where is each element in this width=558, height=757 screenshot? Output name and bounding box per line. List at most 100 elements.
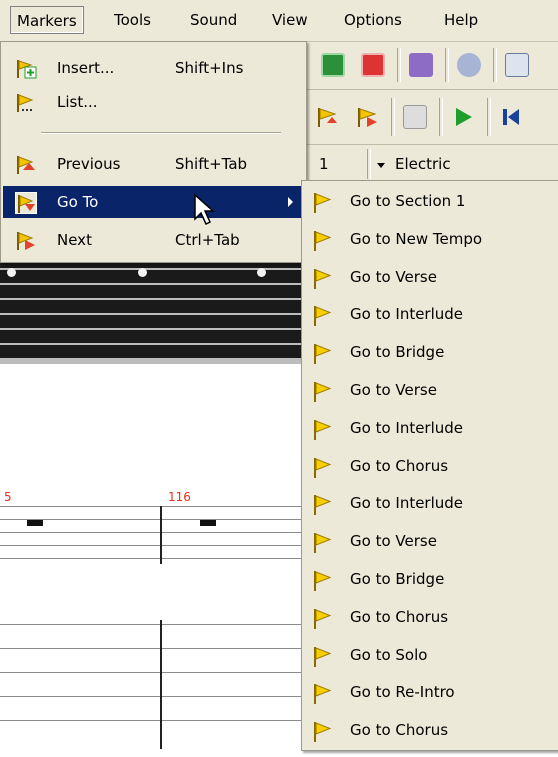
menu-item-goto[interactable]: Go To: [3, 186, 303, 218]
marker-flag-icon: [311, 492, 333, 516]
submenu-item-label: Go to Verse: [350, 267, 437, 286]
markers-menu: Insert... Shift+Ins List... Previous Shi…: [0, 41, 307, 263]
submenu-item-goto[interactable]: Go to Chorus: [302, 598, 557, 636]
marker-flag-icon: [311, 681, 333, 705]
submenu-item-label: Go to Solo: [350, 645, 428, 664]
previous-marker-toolbar-icon[interactable]: [315, 105, 339, 129]
fret-inlay: [257, 268, 266, 277]
menu-item-insert[interactable]: Insert... Shift+Ins: [3, 52, 303, 84]
submenu-item-label: Go to Section 1: [350, 192, 466, 210]
measure-number: 116: [168, 490, 191, 504]
marker-flag-icon: [311, 530, 333, 554]
submenu-item-label: Go to Interlude: [350, 305, 464, 324]
toolbar-separator: [367, 149, 371, 179]
rest-symbol: [200, 520, 216, 526]
submenu-item-goto[interactable]: Go to Chorus: [302, 711, 557, 749]
menu-item-label: Next: [57, 231, 92, 249]
submenu-item-label: Go to Chorus: [350, 607, 449, 626]
menu-options[interactable]: Options: [338, 6, 408, 34]
tuning-fork-icon[interactable]: [409, 53, 433, 77]
submenu-item-label: Go to Verse: [350, 381, 437, 399]
submenu-item-label: Go to Bridge: [350, 343, 445, 362]
skip-start-icon[interactable]: [499, 105, 523, 129]
menu-item-shortcut: Ctrl+Tab: [175, 231, 240, 249]
toolbar-separator: [487, 98, 491, 136]
marker-flag-icon: [311, 303, 333, 327]
staff-line: [0, 519, 305, 520]
submenu-item-goto[interactable]: Go to Verse: [302, 522, 557, 560]
marker-flag-icon: [311, 417, 333, 440]
submenu-item-label: Go to Re-Intro: [350, 683, 455, 702]
instrument-name[interactable]: Electric: [395, 155, 451, 173]
submenu-item-goto[interactable]: Go to Verse: [302, 258, 557, 296]
chevron-down-icon[interactable]: [377, 163, 385, 168]
staff-line: [0, 672, 305, 673]
staff-line: [0, 696, 305, 697]
submenu-item-goto[interactable]: Go to Interlude: [302, 484, 557, 522]
menu-help[interactable]: Help: [438, 6, 484, 34]
menu-item-label: Previous: [57, 155, 121, 173]
toolbar-row-2: [305, 90, 558, 145]
toolbar-separator: [439, 98, 443, 136]
submenu-item-goto[interactable]: Go to Chorus: [302, 447, 557, 485]
measure-number: 5: [4, 490, 12, 504]
menu-view[interactable]: View: [266, 6, 314, 34]
add-track-icon[interactable]: [321, 53, 345, 77]
menu-bar: Markers Tools Sound View Options Help: [0, 0, 558, 42]
fret-inlay: [7, 268, 16, 277]
goto-marker-icon: [15, 192, 37, 214]
rse-icon[interactable]: [403, 105, 427, 129]
mouse-cursor-icon: [194, 193, 215, 226]
submenu-arrow-icon: [288, 197, 293, 207]
fret-inlay: [138, 268, 147, 277]
submenu-item-goto[interactable]: Go to Solo: [302, 636, 557, 674]
marker-flag-icon: [311, 719, 333, 743]
insert-marker-icon: [15, 58, 37, 80]
marker-flag-icon: [311, 190, 333, 213]
staff-line: [0, 506, 305, 507]
previous-marker-icon: [15, 154, 37, 176]
submenu-item-goto[interactable]: Go to Interlude: [302, 295, 557, 333]
menu-item-next[interactable]: Next Ctrl+Tab: [3, 224, 303, 256]
toolbar-separator: [391, 98, 395, 136]
menu-item-previous[interactable]: Previous Shift+Tab: [3, 148, 303, 180]
menu-item-shortcut: Shift+Tab: [175, 155, 248, 173]
submenu-item-label: Go to Interlude: [350, 494, 464, 513]
submenu-item-label: Go to New Tempo: [350, 229, 483, 248]
marker-flag-icon: [311, 644, 333, 667]
submenu-item-label: Go to Interlude: [350, 418, 464, 437]
track-number: 1: [319, 155, 329, 173]
play-icon[interactable]: [451, 105, 475, 129]
submenu-item-goto[interactable]: Go to Bridge: [302, 333, 557, 371]
staff-line: [0, 532, 305, 533]
toolbar-separator: [445, 48, 449, 82]
staff-line: [0, 545, 305, 546]
menu-markers[interactable]: Markers: [10, 6, 84, 34]
submenu-item-label: Go to Chorus: [350, 456, 449, 475]
menu-item-label: Go To: [57, 193, 99, 211]
menu-separator: [41, 132, 281, 134]
menu-item-list[interactable]: List...: [3, 86, 303, 118]
marker-flag-icon: [311, 568, 333, 591]
submenu-item-goto[interactable]: Go to Re-Intro: [302, 673, 557, 711]
submenu-item-label: Go to Bridge: [350, 570, 445, 588]
submenu-item-goto[interactable]: Go to Bridge: [302, 560, 557, 598]
gear-icon[interactable]: [457, 53, 481, 77]
toolbar-separator: [493, 48, 497, 82]
toolbar-row-1: [305, 42, 558, 90]
menu-sound[interactable]: Sound: [184, 6, 243, 34]
remove-track-icon[interactable]: [361, 53, 385, 77]
menu-tools[interactable]: Tools: [108, 6, 157, 34]
submenu-item-goto[interactable]: Go to Section 1: [302, 182, 557, 220]
menu-item-shortcut: Shift+Ins: [175, 59, 244, 77]
next-marker-toolbar-icon[interactable]: [355, 105, 379, 129]
submenu-item-goto[interactable]: Go to New Tempo: [302, 220, 557, 258]
submenu-item-goto[interactable]: Go to Verse: [302, 371, 557, 409]
rest-symbol: [27, 520, 43, 526]
menu-item-label: List...: [57, 93, 98, 111]
barline: [160, 506, 162, 564]
barline: [160, 620, 162, 749]
submenu-item-goto[interactable]: Go to Interlude: [302, 409, 557, 447]
document-icon[interactable]: [505, 53, 529, 77]
marker-list-icon: [15, 92, 37, 114]
